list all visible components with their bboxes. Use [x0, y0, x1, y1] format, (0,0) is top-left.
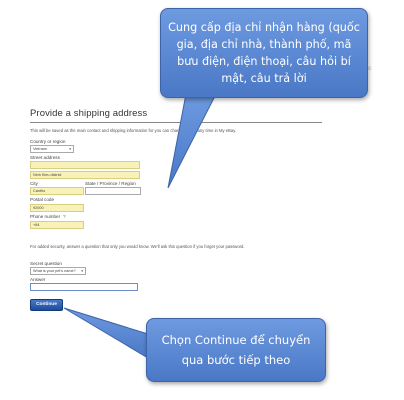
country-label: Country or region — [30, 139, 66, 144]
country-select[interactable]: Vietnam ▾ — [30, 145, 74, 153]
address-instructions-text: Cung cấp địa chỉ nhận hàng (quốc gia, đị… — [168, 21, 360, 85]
answer-label: Answer — [30, 277, 46, 282]
page-title: Provide a shipping address — [30, 108, 148, 119]
state-label: State / Province / Region — [85, 181, 136, 186]
postal-label: Postal code — [30, 197, 55, 202]
secret-question-value: What is your pet's name? — [33, 269, 76, 273]
continue-instructions-callout: Chọn Continue để chuyển qua bước tiếp th… — [146, 318, 326, 382]
chevron-down-icon: ▾ — [69, 147, 71, 151]
top-callout-pointer — [167, 93, 217, 189]
country-value: Vietnam — [33, 147, 47, 151]
security-note: For added security, answer a question th… — [30, 244, 245, 249]
phone-field[interactable]: +84 — [30, 221, 84, 229]
phone-label: Phone number — [30, 214, 61, 219]
bottom-callout-pointer — [63, 307, 149, 359]
secret-question-label: Secret question — [30, 261, 62, 266]
intro-text: This will be saved as the main contact a… — [30, 128, 237, 133]
secret-question-select[interactable]: What is your pet's name? ▾ — [30, 267, 86, 275]
city-label: City — [30, 181, 38, 186]
city-field[interactable]: Cantho — [30, 187, 84, 195]
street-address-line1[interactable] — [30, 161, 140, 169]
address-instructions-callout: Cung cấp địa chỉ nhận hàng (quốc gia, đị… — [160, 8, 368, 98]
state-field[interactable] — [85, 187, 141, 195]
continue-button[interactable]: Continue — [30, 299, 63, 311]
street-address-line2[interactable]: Ninh Kieu district — [30, 171, 140, 179]
chevron-down-icon: ▾ — [81, 269, 83, 273]
help-icon[interactable]: ? — [63, 214, 66, 219]
answer-field[interactable] — [30, 283, 138, 291]
title-divider — [30, 122, 322, 123]
street-label: Street address — [30, 155, 60, 160]
continue-instructions-text: Chọn Continue để chuyển qua bước tiếp th… — [161, 333, 311, 367]
postal-code-field[interactable]: 92000 — [30, 204, 84, 212]
